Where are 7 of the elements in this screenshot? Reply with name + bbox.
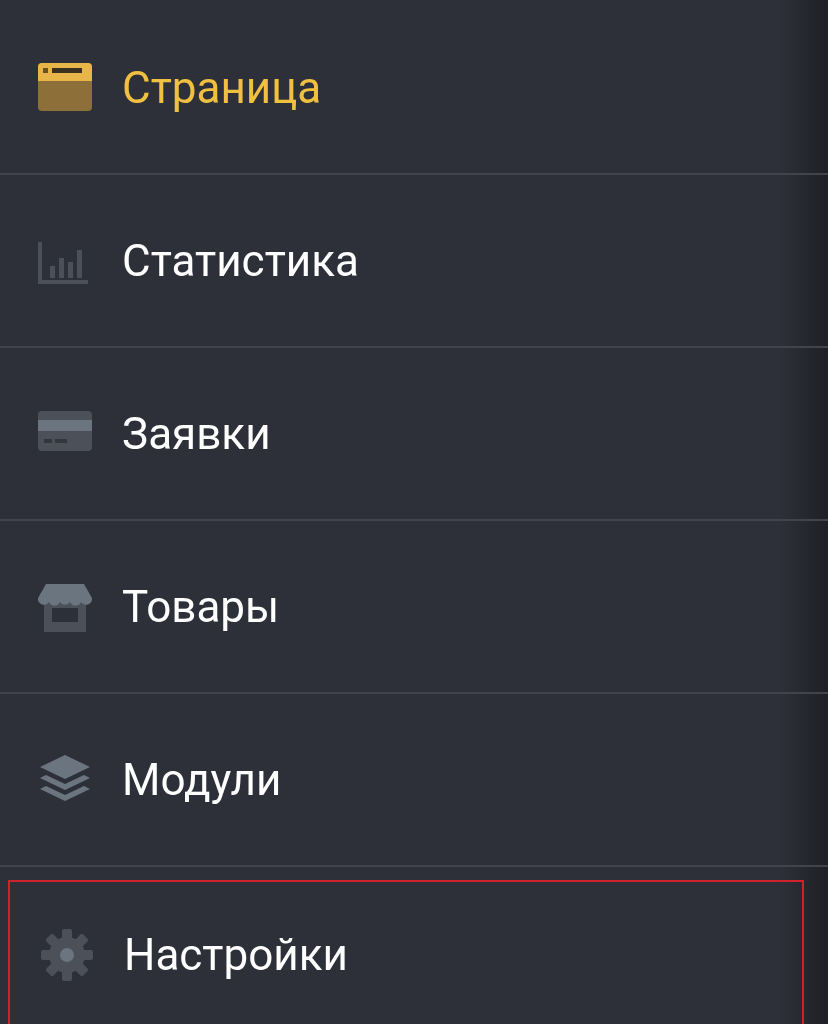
menu-item[interactable]: Настройки — [8, 880, 804, 1024]
menu-item[interactable]: Модули — [0, 694, 828, 865]
menu-item[interactable]: Страница — [0, 2, 828, 173]
menu-item[interactable]: Товары — [0, 521, 828, 692]
menu-item[interactable]: Статистика — [0, 175, 828, 346]
settings-icon — [40, 928, 94, 982]
menu-item[interactable]: Заявки — [0, 348, 828, 519]
